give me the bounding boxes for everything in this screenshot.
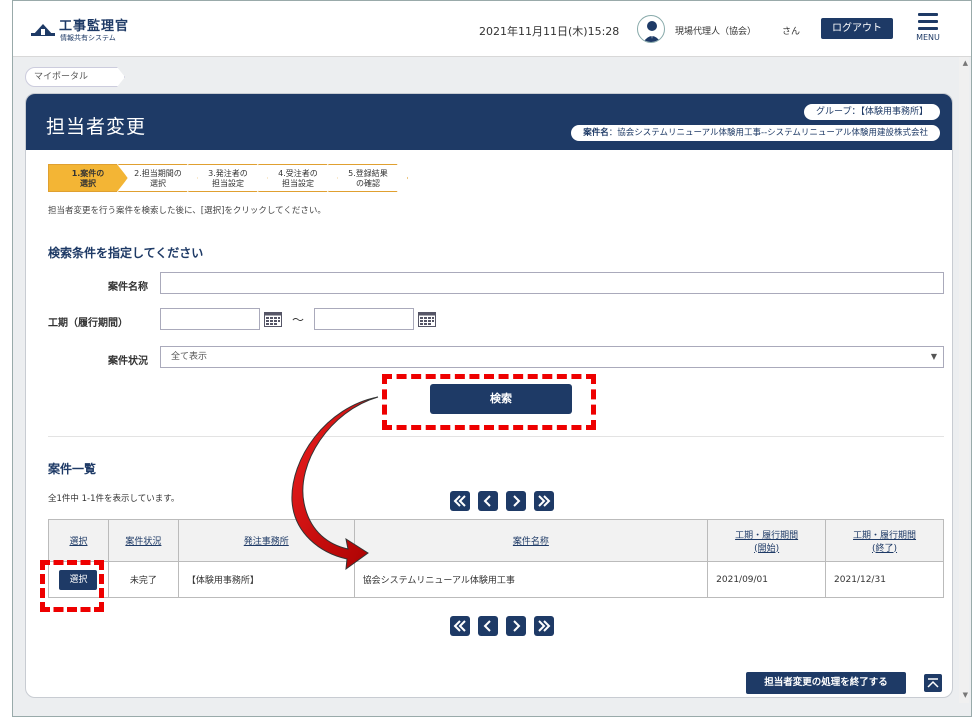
annotation-highlight-select — [40, 560, 104, 612]
table-row: 選択 未完了 【体験用事務所】 協会システムリニューアル体験用工事 2021/0… — [48, 561, 944, 598]
step-3-orderer-assign: 3.発注者の 担当設定 — [188, 164, 268, 192]
finish-change-button[interactable]: 担当者変更の処理を終了する — [746, 672, 906, 694]
step-label: 5.登録結果 — [348, 169, 388, 178]
scroll-down-icon[interactable]: ▼ — [963, 691, 968, 699]
pagination-bottom — [450, 616, 554, 636]
group-badge: グループ：【体験用事務所】 — [804, 104, 940, 120]
prev-page-icon[interactable] — [478, 616, 498, 636]
period-label: 工期（履行期間） — [48, 318, 128, 329]
vertical-scrollbar[interactable] — [959, 57, 969, 703]
step-label: 1.案件の — [71, 169, 105, 178]
hamburger-icon — [918, 13, 938, 16]
case-name-label: 案件名称 — [108, 282, 148, 293]
result-count: 全1件中 1-1件を表示しています。 — [48, 494, 180, 504]
case-name-cell: 協会システムリニューアル体験用工事 — [353, 561, 709, 598]
period-start-input[interactable] — [160, 308, 260, 330]
case-table: 選択 案件状況 発注事務所 案件名称 工期・履行期間 (開始) 工期・履行期間 … — [48, 519, 944, 598]
case-name-value: ：協会システムリニューアル体験用工事--システムリニューアル体験用建設株式会社 — [608, 128, 928, 138]
prev-page-icon[interactable] — [478, 491, 498, 511]
annotation-highlight-search — [382, 374, 596, 430]
app-header: 工事監理官 情報共有システム 2021年11月11日(木)15:28 現場代理人… — [13, 1, 971, 57]
breadcrumb-my-portal[interactable]: マイポータル — [25, 67, 125, 87]
annotation-arrow-icon — [291, 396, 379, 571]
step-label: 4.受注者の — [278, 169, 318, 178]
user-honorific: さん — [782, 27, 801, 37]
column-header-select: 選択 — [48, 519, 109, 562]
hamburger-icon-bar — [918, 27, 938, 30]
column-header-status[interactable]: 案件状況 — [107, 519, 179, 562]
current-datetime: 2021年11月11日(木)15:28 — [479, 25, 620, 38]
case-status-select[interactable]: 全て表示 ▼ — [160, 346, 944, 368]
column-header-end[interactable]: 工期・履行期間 (終了) — [825, 519, 944, 562]
first-page-icon[interactable] — [450, 616, 470, 636]
column-header-start[interactable]: 工期・履行期間 (開始) — [707, 519, 827, 562]
step-hint-text: 担当者変更を行う案件を検索した後に、[選択]をクリックしてください。 — [48, 206, 326, 216]
next-page-icon[interactable] — [506, 616, 526, 636]
first-page-icon[interactable] — [450, 491, 470, 511]
step-1-select-case: 1.案件の 選択 — [48, 164, 128, 192]
page-title: 担当者変更 — [46, 116, 147, 138]
table-header-row: 選択 案件状況 発注事務所 案件名称 工期・履行期間 (開始) 工期・履行期間 … — [48, 519, 944, 562]
calendar-icon[interactable] — [264, 311, 282, 327]
case-name-badge: 案件名：協会システムリニューアル体験用工事--システムリニューアル体験用建設株式… — [571, 125, 940, 141]
scroll-to-top-icon[interactable] — [924, 674, 942, 692]
column-header-case-name[interactable]: 案件名称 — [353, 519, 709, 562]
dropdown-arrow-icon: ▼ — [930, 352, 937, 361]
user-avatar-icon — [637, 15, 665, 43]
period-end-input[interactable] — [314, 308, 414, 330]
start-date-cell: 2021/09/01 — [707, 561, 827, 598]
step-label: 3.発注者の — [208, 169, 248, 178]
page-header: 担当者変更 グループ：【体験用事務所】 案件名：協会システムリニューアル体験用工… — [26, 94, 952, 150]
logout-button[interactable]: ログアウト — [821, 18, 893, 39]
last-page-icon[interactable] — [534, 491, 554, 511]
case-status-value: 全て表示 — [171, 352, 208, 362]
last-page-icon[interactable] — [534, 616, 554, 636]
end-date-cell: 2021/12/31 — [825, 561, 944, 598]
case-name-input[interactable] — [160, 272, 944, 294]
calendar-icon[interactable] — [418, 311, 436, 327]
status-cell: 未完了 — [107, 561, 179, 598]
case-name-key: 案件名 — [583, 128, 609, 138]
hamburger-icon-bar — [918, 20, 938, 23]
step-5-confirm-result: 5.登録結果 の確認 — [328, 164, 408, 192]
step-4-contractor-assign: 4.受注者の 担当設定 — [258, 164, 338, 192]
scroll-up-icon[interactable]: ▲ — [963, 59, 968, 67]
case-list-title: 案件一覧 — [48, 462, 97, 476]
case-status-label: 案件状況 — [108, 356, 148, 367]
app-subtitle: 情報共有システム — [60, 34, 116, 42]
app-window: 工事監理官 情報共有システム 2021年11月11日(木)15:28 現場代理人… — [12, 0, 972, 717]
user-name: 現場代理人（協会） — [675, 27, 757, 37]
step-label: 2.担当期間の — [134, 169, 182, 178]
search-section-title: 検索条件を指定してください — [48, 246, 204, 260]
step-label: の確認 — [356, 179, 380, 188]
menu-label: MENU — [916, 33, 940, 42]
step-label: 選択 — [80, 179, 96, 188]
section-divider — [48, 436, 944, 437]
app-title: 工事監理官 — [59, 19, 130, 34]
step-label: 担当設定 — [282, 179, 314, 188]
step-label: 担当設定 — [212, 179, 244, 188]
logo-icon — [31, 24, 55, 36]
step-2-select-period: 2.担当期間の 選択 — [118, 164, 198, 192]
menu-button[interactable]: MENU — [913, 13, 943, 47]
next-page-icon[interactable] — [506, 491, 526, 511]
step-label: 選択 — [150, 179, 166, 188]
period-separator: ～ — [292, 313, 305, 327]
pagination-top — [450, 491, 554, 511]
